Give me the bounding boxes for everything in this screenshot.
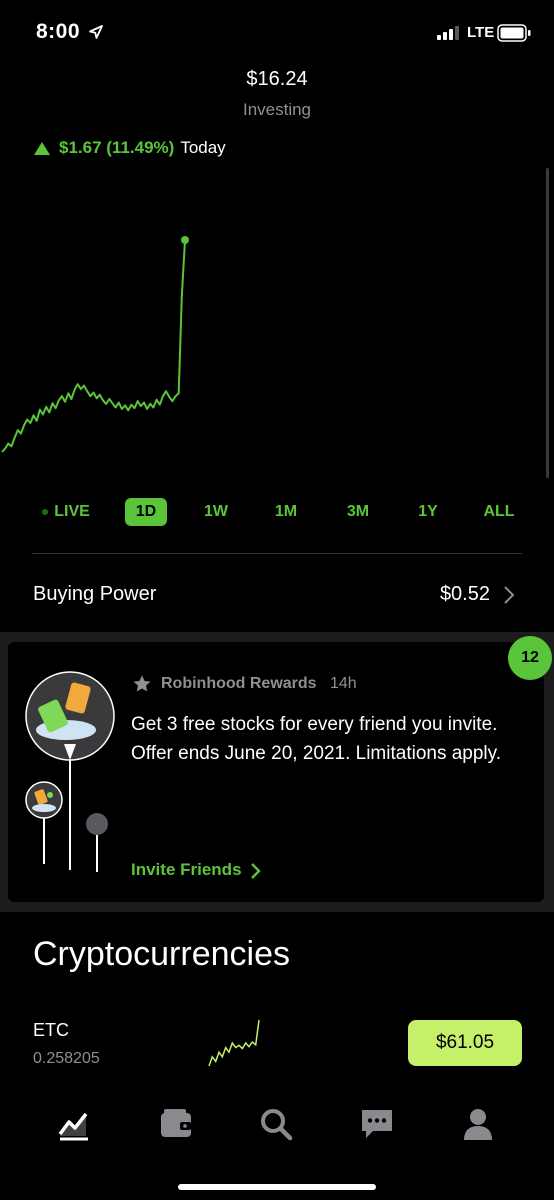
rewards-balloons-illustration [25, 671, 115, 872]
range-all[interactable]: ALL [479, 498, 519, 526]
rewards-body: Get 3 free stocks for every friend you i… [131, 714, 502, 764]
star-icon [133, 675, 151, 692]
change-value: $1.67 (11.49%) [59, 138, 175, 157]
invite-friends-link[interactable]: Invite Friends [131, 860, 242, 880]
up-triangle-icon [34, 141, 50, 155]
range-1m[interactable]: 1M [266, 498, 306, 526]
chevron-right-icon[interactable] [502, 584, 516, 606]
location-arrow-icon [89, 25, 103, 39]
change-period: Today [180, 138, 226, 157]
crypto-sparkline [208, 1019, 260, 1067]
range-1d[interactable]: 1D [125, 498, 167, 526]
live-dot-icon [42, 508, 49, 515]
wallet-icon[interactable] [158, 1106, 194, 1142]
buying-power-value[interactable]: $0.52 [400, 583, 490, 606]
range-1w[interactable]: 1W [196, 498, 236, 526]
chart-end-dot [181, 236, 189, 244]
crypto-symbol[interactable]: ETC [33, 1020, 69, 1041]
account-icon[interactable] [460, 1106, 496, 1142]
range-live[interactable]: LIVE [38, 498, 94, 526]
daily-change: $1.67 (11.49%) Today [34, 138, 226, 158]
home-indicator [178, 1184, 376, 1190]
crypto-quantity: 0.258205 [33, 1050, 100, 1067]
chart-icon[interactable] [56, 1106, 92, 1142]
cellular-signal-icon [437, 26, 459, 40]
range-label: 1Y [418, 503, 438, 520]
chart-series-line [1, 239, 186, 453]
rewards-timestamp: 14h [330, 675, 357, 692]
range-label: 1W [204, 503, 228, 520]
range-label: 1M [274, 503, 298, 520]
crypto-price-button[interactable]: $61.05 [408, 1020, 522, 1066]
rewards-title: Robinhood Rewards [161, 675, 317, 692]
range-selector: LIVE 1D 1W 1M 3M 1Y ALL [0, 498, 554, 526]
status-time: 8:00 [36, 20, 81, 43]
battery-icon [497, 24, 531, 42]
notification-badge[interactable]: 12 [508, 636, 552, 680]
portfolio-value: $16.24 [246, 68, 308, 90]
section-heading: Cryptocurrencies [33, 935, 290, 973]
range-label: LIVE [54, 503, 90, 520]
chevron-right-icon[interactable] [250, 862, 262, 880]
range-label: 1D [135, 503, 157, 520]
buying-power-label[interactable]: Buying Power [33, 583, 156, 606]
sparkline-path [208, 1019, 260, 1067]
portfolio-chart[interactable] [0, 160, 554, 490]
range-label: 3M [346, 503, 370, 520]
portfolio-subtitle: Investing [242, 100, 312, 119]
range-1y[interactable]: 1Y [408, 498, 448, 526]
network-type: LTE [467, 24, 495, 41]
messages-icon[interactable] [359, 1106, 395, 1142]
search-icon[interactable] [258, 1106, 294, 1142]
divider [32, 553, 522, 554]
range-3m[interactable]: 3M [338, 498, 378, 526]
range-label: ALL [483, 503, 515, 520]
